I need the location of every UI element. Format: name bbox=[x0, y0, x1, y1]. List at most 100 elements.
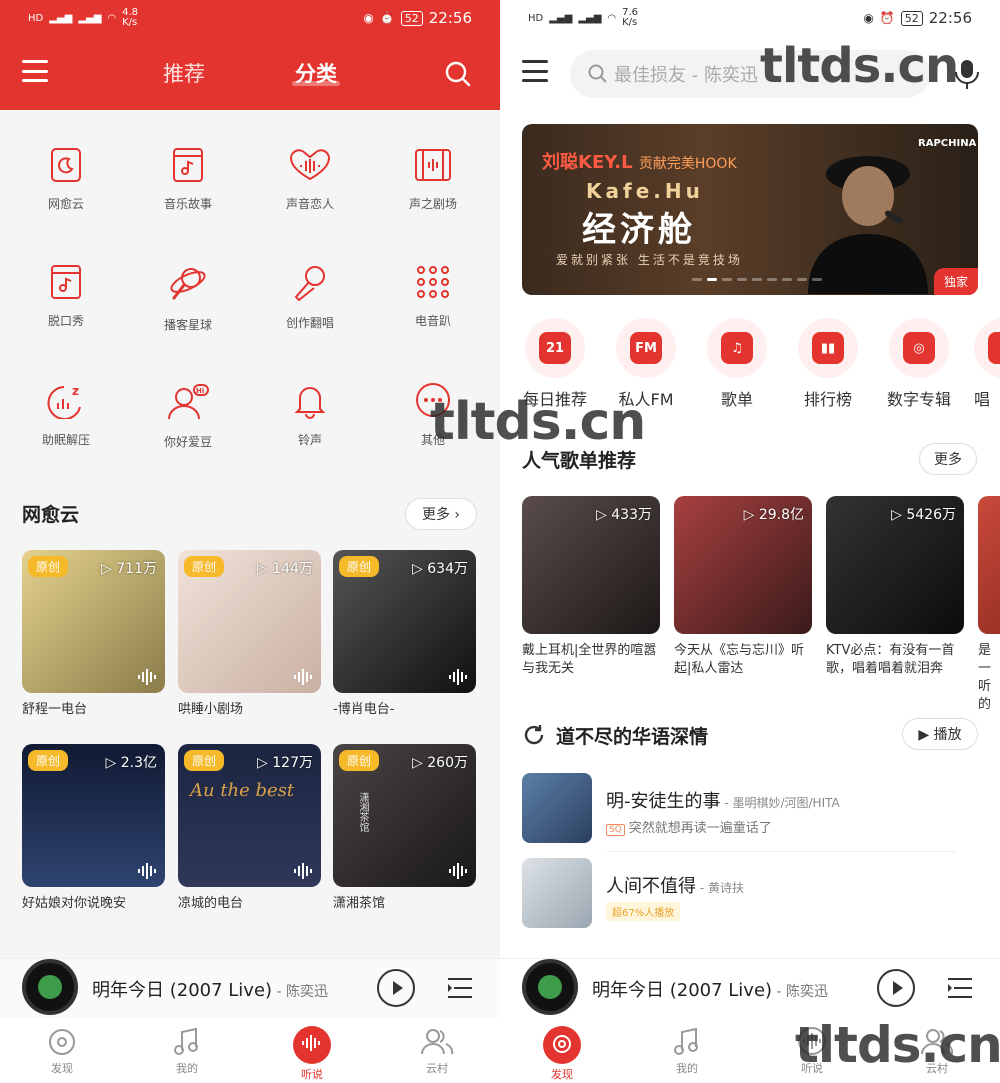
sound-wave-icon bbox=[294, 669, 312, 685]
category-item-voice-theater[interactable]: 声之剧场 bbox=[378, 147, 488, 212]
category-label: 脱口秀 bbox=[47, 314, 84, 328]
tab-discover[interactable]: 发现 bbox=[32, 1026, 92, 1076]
radio-card[interactable]: 原创 ▷ 2.3亿 好姑娘对你说晚安 bbox=[22, 744, 165, 913]
tab-label: 我的 bbox=[676, 1062, 698, 1075]
quick-entry-label: 排行榜 bbox=[803, 390, 852, 409]
dots-grid-icon bbox=[417, 266, 449, 298]
banner-title: 经济舱 bbox=[582, 210, 696, 250]
play-all-button[interactable]: ▶ 播放 bbox=[902, 718, 978, 750]
playlist-card[interactable]: ▷ 433万 戴上耳机|全世界的喧嚣与我无关 bbox=[522, 496, 660, 678]
banner-line1: 刘聪KEY.L bbox=[542, 152, 633, 173]
card-title: 舒程一电台 bbox=[22, 702, 88, 717]
radio-card[interactable]: 原创 ▷ 127万 Au the best 凉城的电台 bbox=[178, 744, 321, 913]
svg-text:Hi: Hi bbox=[196, 387, 204, 395]
album-disc[interactable] bbox=[522, 959, 578, 1015]
playlist-cover: ▷ 5426万 bbox=[826, 496, 964, 634]
radio-card[interactable]: 原创 ▷ 634万 -博肖电台- bbox=[333, 550, 476, 719]
tab-label: 发现 bbox=[51, 1062, 73, 1075]
tab-discover[interactable]: 发现 bbox=[532, 1026, 592, 1082]
playlist-icon[interactable] bbox=[446, 975, 474, 1001]
original-badge: 原创 bbox=[184, 750, 225, 771]
battery-indicator: 52 bbox=[400, 10, 423, 26]
screen: HD ▂▄▆ ▂▄▆ ◠ 4.8 K/s ◉ ⏰ 52 22:56 推荐 分类 … bbox=[0, 0, 1000, 1083]
alarm-icon: ⏰ bbox=[879, 11, 895, 25]
exclusive-badge: 独家 bbox=[933, 268, 978, 295]
card-title: 潇湘茶馆 bbox=[333, 896, 386, 911]
banner-logo: RAPCHINA bbox=[918, 138, 977, 149]
play-button[interactable] bbox=[377, 969, 415, 1007]
category-item-sleep[interactable]: z 助眠解压 bbox=[11, 381, 121, 448]
tab-recommend[interactable]: 推荐 bbox=[163, 58, 205, 88]
play-count: ▷ 711万 bbox=[101, 561, 157, 577]
tab-listen[interactable]: 听说 bbox=[282, 1026, 342, 1082]
signal-icon: ▂▄▆ bbox=[549, 12, 573, 24]
more-button[interactable]: 更多 › bbox=[405, 498, 477, 530]
signal-icon: ▂▄▆ bbox=[578, 12, 602, 24]
refresh-icon[interactable] bbox=[522, 723, 546, 747]
category-item-ringtone[interactable]: 铃声 bbox=[255, 381, 365, 448]
playlist-cover bbox=[978, 496, 1000, 634]
original-badge: 原创 bbox=[184, 556, 225, 577]
category-item-hello-idol[interactable]: Hi 你好爱豆 bbox=[133, 381, 243, 450]
song-row[interactable]: 明-安徒生的事 - 墨明棋妙/河图/HITA SQ 突然就想再读一遍童话了 bbox=[522, 773, 962, 845]
song-cover bbox=[522, 773, 592, 843]
play-count: ▷ 29.8亿 bbox=[743, 507, 804, 523]
playlist-card[interactable]: ▷ 5426万 KTV必点：有没有一首歌，唱着唱着就泪奔 bbox=[826, 496, 964, 678]
battery-indicator: 52 bbox=[900, 10, 923, 26]
bell-icon bbox=[294, 387, 326, 419]
quick-entry-digital-album[interactable]: ◎ 数字专辑 bbox=[884, 318, 954, 410]
tab-village[interactable]: 云村 bbox=[407, 1026, 467, 1076]
now-playing-title: 明年今日 (2007 Live) - 陈奕迅 bbox=[592, 976, 828, 1002]
cover-stamp-text: 潇湘茶馆 bbox=[357, 792, 368, 832]
quick-entry-label: 唱 bbox=[974, 390, 991, 409]
song-artist: - 黄诗扶 bbox=[696, 881, 744, 895]
more-button[interactable]: 更多 bbox=[919, 443, 977, 475]
card-title: -博肖电台- bbox=[333, 702, 395, 717]
section-title: 网愈云 bbox=[22, 504, 80, 526]
sound-wave-icon bbox=[449, 669, 467, 685]
category-label: 助眠解压 bbox=[41, 433, 90, 447]
radio-card[interactable]: 原创 ▷ 711万 舒程一电台 bbox=[22, 550, 165, 719]
banner-subtitle: Kafe.Hu bbox=[586, 179, 704, 203]
play-count: ▷ 5426万 bbox=[891, 507, 956, 523]
tab-category[interactable]: 分类 bbox=[292, 58, 340, 88]
category-label: 网愈云 bbox=[47, 197, 84, 211]
now-playing-title: 明年今日 (2007 Live) - 陈奕迅 bbox=[92, 976, 328, 1002]
search-icon[interactable] bbox=[445, 61, 471, 87]
playlist-icon[interactable] bbox=[946, 975, 974, 1001]
radio-card[interactable]: 原创 ▷ 260万 潇湘茶馆 潇湘茶馆 bbox=[333, 744, 476, 913]
quick-entry-playlist[interactable]: ♫ 歌单 bbox=[702, 318, 772, 410]
quick-entry-sing[interactable]: ♪ 唱 bbox=[974, 318, 1000, 410]
category-item-create-cover[interactable]: 创作翻唱 bbox=[255, 264, 365, 331]
quick-entry-charts[interactable]: ▮▮ 排行榜 bbox=[793, 318, 863, 410]
card-cover: 原创 ▷ 634万 bbox=[333, 550, 476, 693]
category-item-music-story[interactable]: 音乐故事 bbox=[133, 147, 243, 212]
mini-player[interactable]: 明年今日 (2007 Live) - 陈奕迅 bbox=[0, 958, 500, 1018]
category-item-wangyuyun[interactable]: 网愈云 bbox=[11, 147, 121, 212]
watermark: tltds.cn bbox=[795, 1016, 1000, 1074]
music-book-icon bbox=[173, 148, 203, 182]
watermark: tltds.cn bbox=[760, 38, 959, 94]
cloud-moon-icon bbox=[51, 148, 81, 182]
song-row[interactable]: 人间不值得 - 黄诗扶 超67%人播放 bbox=[522, 858, 962, 930]
menu-icon[interactable] bbox=[22, 60, 48, 82]
promo-banner[interactable]: 刘聪KEY.L 贡献完美HOOK Kafe.Hu 经济舱 爱就别紧张 生活不是竞… bbox=[522, 124, 978, 295]
play-button[interactable] bbox=[877, 969, 915, 1007]
mini-player[interactable]: 明年今日 (2007 Live) - 陈奕迅 bbox=[500, 958, 1000, 1018]
playlist-card[interactable]: ▷ 29.8亿 今天从《忘与忘川》听起|私人雷达 bbox=[674, 496, 812, 678]
category-item-podcast-planet[interactable]: 播客星球 bbox=[133, 264, 243, 333]
wifi-icon: ◠ bbox=[107, 12, 117, 24]
playlist-title: 戴上耳机|全世界的喧嚣与我无关 bbox=[522, 643, 657, 676]
search-placeholder: 最佳损友 - 陈奕迅 bbox=[614, 65, 758, 86]
category-item-edm[interactable]: 电音趴 bbox=[378, 264, 488, 329]
radio-card[interactable]: 原创 ▷ 144万 哄睡小剧场 bbox=[178, 550, 321, 719]
tab-mine[interactable]: 我的 bbox=[657, 1026, 717, 1076]
album-disc[interactable] bbox=[22, 959, 78, 1015]
category-item-voice-lover[interactable]: 声音恋人 bbox=[255, 147, 365, 212]
status-bar: HD ▂▄▆ ▂▄▆ ◠ 7.6 K/s ◉ ⏰ 52 22:56 bbox=[500, 0, 1000, 36]
mic-icon: ♪ bbox=[988, 332, 1000, 364]
menu-icon[interactable] bbox=[522, 60, 548, 82]
tab-mine[interactable]: 我的 bbox=[157, 1026, 217, 1076]
category-item-talk-show[interactable]: 脱口秀 bbox=[11, 264, 121, 329]
playlist-card[interactable]: 是一听的 bbox=[978, 496, 1000, 714]
